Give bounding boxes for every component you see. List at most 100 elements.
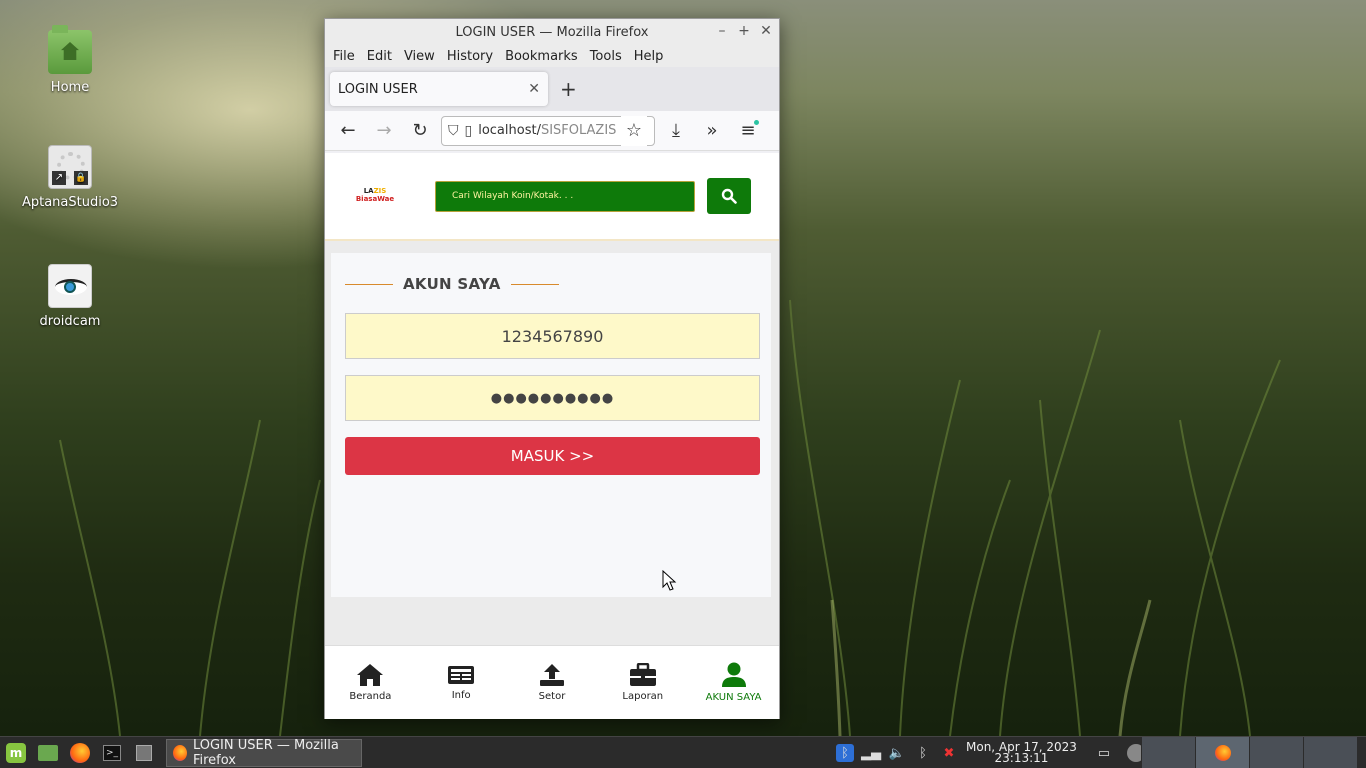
menu-help[interactable]: Help bbox=[634, 49, 664, 64]
nav-item-laporan[interactable]: Laporan bbox=[597, 646, 688, 719]
menu-view[interactable]: View bbox=[404, 49, 435, 64]
mouse-cursor-icon bbox=[662, 570, 677, 591]
menu-bookmarks[interactable]: Bookmarks bbox=[505, 49, 578, 64]
clock[interactable]: Mon, Apr 17, 2023 23:13:11 bbox=[966, 741, 1077, 765]
desktop-icon-droidcam[interactable]: droidcam bbox=[20, 264, 120, 329]
desktop-icon-aptanastudio3[interactable]: ↗ 🔒 AptanaStudio3 bbox=[20, 145, 120, 210]
site-logo[interactable]: LAZIS BiasaWae bbox=[355, 187, 395, 203]
nav-item-beranda[interactable]: Beranda bbox=[325, 646, 416, 719]
password-value: ●●●●●●●●●● bbox=[490, 390, 615, 406]
menu-file[interactable]: File bbox=[333, 49, 355, 64]
username-field[interactable]: 1234567890 bbox=[345, 313, 760, 359]
bookmark-star-icon[interactable]: ☆ bbox=[621, 115, 647, 146]
desktop-icon-label: droidcam bbox=[39, 314, 101, 329]
window-titlebar[interactable]: LOGIN USER — Mozilla Firefox – + ✕ bbox=[325, 19, 779, 45]
shield-icon[interactable]: ⛉ bbox=[448, 123, 459, 139]
upload-icon bbox=[539, 664, 564, 686]
volume-icon[interactable]: 🔈 bbox=[888, 744, 906, 762]
home-icon bbox=[357, 664, 384, 686]
home-folder-icon bbox=[48, 25, 92, 74]
nav-item-info[interactable]: Info bbox=[416, 646, 507, 719]
close-icon[interactable]: ✕ bbox=[759, 22, 773, 40]
title-divider-right bbox=[510, 283, 559, 285]
maximize-icon[interactable]: + bbox=[737, 22, 751, 40]
show-desktop-icon[interactable] bbox=[128, 737, 160, 768]
section-title: AKUN SAYA bbox=[345, 275, 559, 293]
file-manager-icon[interactable] bbox=[32, 737, 64, 768]
minimize-icon[interactable]: – bbox=[715, 22, 729, 40]
nav-item-akun-saya[interactable]: AKUN SAYA bbox=[688, 646, 779, 719]
newspaper-icon bbox=[448, 666, 475, 684]
workspace-2[interactable] bbox=[1195, 737, 1249, 768]
password-field[interactable]: ●●●●●●●●●● bbox=[345, 375, 760, 421]
back-icon[interactable]: ← bbox=[333, 116, 363, 146]
terminal-icon[interactable]: >_ bbox=[96, 737, 128, 768]
clock-time: 23:13:11 bbox=[994, 751, 1049, 765]
login-button[interactable]: MASUK >> bbox=[345, 437, 760, 475]
menu-tools[interactable]: Tools bbox=[590, 49, 622, 64]
menu-edit[interactable]: Edit bbox=[367, 49, 392, 64]
site-header: LAZIS BiasaWae Cari Wilayah Koin/Kotak. … bbox=[325, 153, 779, 241]
taskbar-window-firefox[interactable]: LOGIN USER — Mozilla Firefox bbox=[166, 737, 362, 768]
firefox-icon bbox=[173, 744, 187, 761]
reload-icon[interactable]: ↻ bbox=[405, 116, 435, 146]
bottom-navigation: Beranda Info Setor Laporan AKUN SAYA bbox=[325, 645, 779, 719]
workspace-3[interactable] bbox=[1249, 737, 1303, 768]
system-tray: ᛒ ▂▄ 🔈 ᛒ ✖ Mon, Apr 17, 2023 23:13:11 ▭ bbox=[836, 737, 1145, 768]
workspace-4[interactable] bbox=[1303, 737, 1357, 768]
droidcam-eye-icon bbox=[48, 264, 92, 308]
section-title-text: AKUN SAYA bbox=[403, 275, 501, 293]
taskbar-window-label: LOGIN USER — Mozilla Firefox bbox=[192, 737, 339, 768]
web-page: LAZIS BiasaWae Cari Wilayah Koin/Kotak. … bbox=[325, 153, 779, 719]
taskbar: m >_ LOGIN USER — Mozilla Firefox ᛒ ▂▄ 🔈… bbox=[0, 736, 1366, 768]
overflow-chevron-icon[interactable]: » bbox=[697, 116, 727, 146]
search-button[interactable] bbox=[707, 178, 751, 214]
firefox-launcher-icon[interactable] bbox=[64, 737, 96, 768]
nav-label: AKUN SAYA bbox=[705, 692, 762, 703]
nav-label: Setor bbox=[538, 691, 566, 702]
app-menu-icon[interactable]: ≡ bbox=[733, 116, 763, 146]
window-title: LOGIN USER — Mozilla Firefox bbox=[455, 24, 649, 40]
tab-login-user[interactable]: LOGIN USER ✕ bbox=[330, 72, 548, 106]
search-input[interactable]: Cari Wilayah Koin/Kotak. . . bbox=[435, 180, 695, 212]
new-tab-icon[interactable]: + bbox=[560, 77, 577, 101]
title-divider-left bbox=[345, 283, 393, 285]
search-icon bbox=[721, 188, 737, 204]
firefox-window: LOGIN USER — Mozilla Firefox – + ✕ File … bbox=[324, 18, 780, 719]
forward-icon[interactable]: → bbox=[369, 116, 399, 146]
login-button-label: MASUK >> bbox=[510, 447, 595, 465]
url-path: SISFOLAZIS bbox=[540, 123, 617, 138]
workspace-switcher bbox=[1141, 737, 1357, 768]
search-placeholder: Cari Wilayah Koin/Kotak. . . bbox=[452, 191, 574, 201]
tab-strip: LOGIN USER ✕ + bbox=[325, 67, 779, 111]
network-signal-icon[interactable]: ▂▄ bbox=[861, 744, 881, 762]
desktop-icon-label: Home bbox=[50, 80, 90, 95]
aptana-app-icon: ↗ 🔒 bbox=[48, 145, 92, 189]
nav-label: Laporan bbox=[622, 691, 664, 702]
update-error-icon[interactable]: ✖ bbox=[940, 744, 958, 762]
tab-label: LOGIN USER bbox=[338, 81, 418, 97]
nav-label: Info bbox=[451, 690, 471, 701]
menu-history[interactable]: History bbox=[447, 49, 493, 64]
tab-close-icon[interactable]: ✕ bbox=[528, 81, 540, 97]
login-card: AKUN SAYA 1234567890 ●●●●●●●●●● MASUK >> bbox=[331, 253, 771, 597]
briefcase-icon bbox=[629, 663, 656, 686]
logo-text-sub: BiasaWae bbox=[355, 195, 395, 203]
downloads-icon[interactable]: ⤓ bbox=[661, 116, 691, 146]
url-host: localhost/ bbox=[478, 123, 541, 138]
mint-menu-icon[interactable]: m bbox=[0, 737, 32, 768]
page-icon: ▯ bbox=[464, 122, 473, 139]
firefox-icon bbox=[1214, 744, 1231, 761]
nav-item-setor[interactable]: Setor bbox=[507, 646, 598, 719]
nav-label: Beranda bbox=[349, 691, 392, 702]
bluetooth-icon[interactable]: ᛒ bbox=[836, 744, 854, 762]
menu-bar: File Edit View History Bookmarks Tools H… bbox=[325, 45, 779, 67]
navigation-toolbar: ← → ↻ ⛉ ▯ localhost/SISFOLAZIS ☆ ⤓ » ≡ bbox=[325, 111, 779, 151]
battery-icon[interactable]: ▭ bbox=[1095, 744, 1113, 762]
user-icon bbox=[721, 662, 746, 687]
desktop-icon-label: AptanaStudio3 bbox=[21, 195, 119, 210]
workspace-1[interactable] bbox=[1141, 737, 1195, 768]
username-value: 1234567890 bbox=[501, 326, 604, 346]
bluetooth-status-icon[interactable]: ᛒ bbox=[914, 744, 932, 762]
desktop-icon-home[interactable]: Home bbox=[20, 25, 120, 95]
